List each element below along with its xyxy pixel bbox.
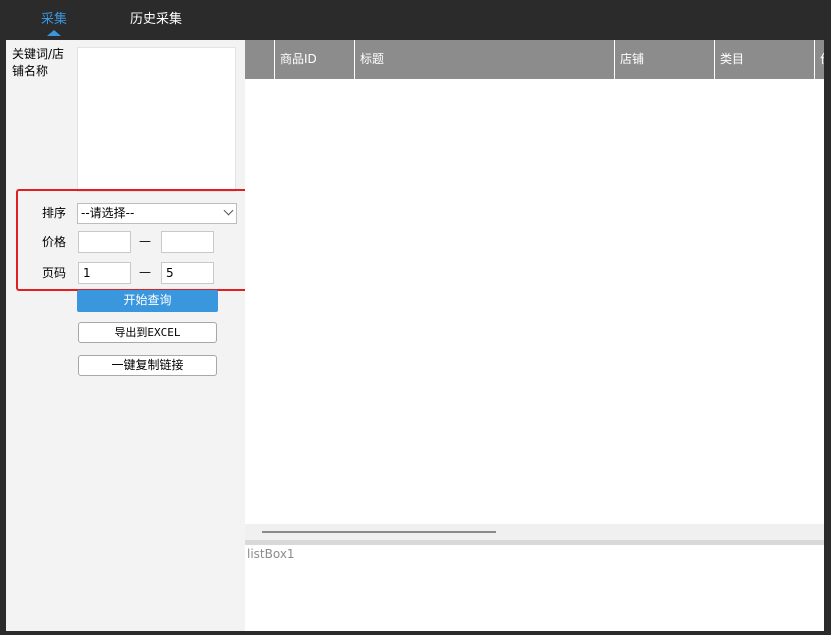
keyword-label-line1: 关键词/店 (12, 47, 65, 61)
keyword-textarea[interactable] (77, 47, 236, 192)
export-excel-button[interactable]: 导出到EXCEL (78, 322, 217, 343)
keyword-label-line2: 铺名称 (12, 64, 49, 78)
listbox-label: listBox1 (247, 547, 295, 561)
tab-history-collect[interactable]: 历史采集 (130, 8, 182, 27)
start-query-button[interactable]: 开始查询 (77, 290, 218, 312)
grid-header: 商品ID 标题 店铺 类目 价 (245, 40, 824, 79)
column-header-category[interactable]: 类目 (714, 40, 815, 79)
scrollbar-thumb[interactable] (262, 531, 496, 533)
log-listbox[interactable]: listBox1 (245, 545, 824, 631)
tab-bar: 采集 历史采集 (0, 0, 831, 40)
column-header-title[interactable]: 标题 (354, 40, 615, 79)
column-header-shop[interactable]: 店铺 (614, 40, 715, 79)
active-tab-indicator (47, 30, 61, 36)
column-header-price[interactable]: 价 (814, 40, 824, 79)
tab-collect[interactable]: 采集 (41, 8, 67, 27)
results-grid[interactable]: 商品ID 标题 店铺 类目 价 (245, 40, 824, 540)
column-header-product-id[interactable]: 商品ID (274, 40, 355, 79)
copy-links-button[interactable]: 一键复制链接 (78, 355, 217, 376)
horizontal-scrollbar[interactable] (245, 524, 824, 540)
highlight-box (16, 189, 263, 291)
